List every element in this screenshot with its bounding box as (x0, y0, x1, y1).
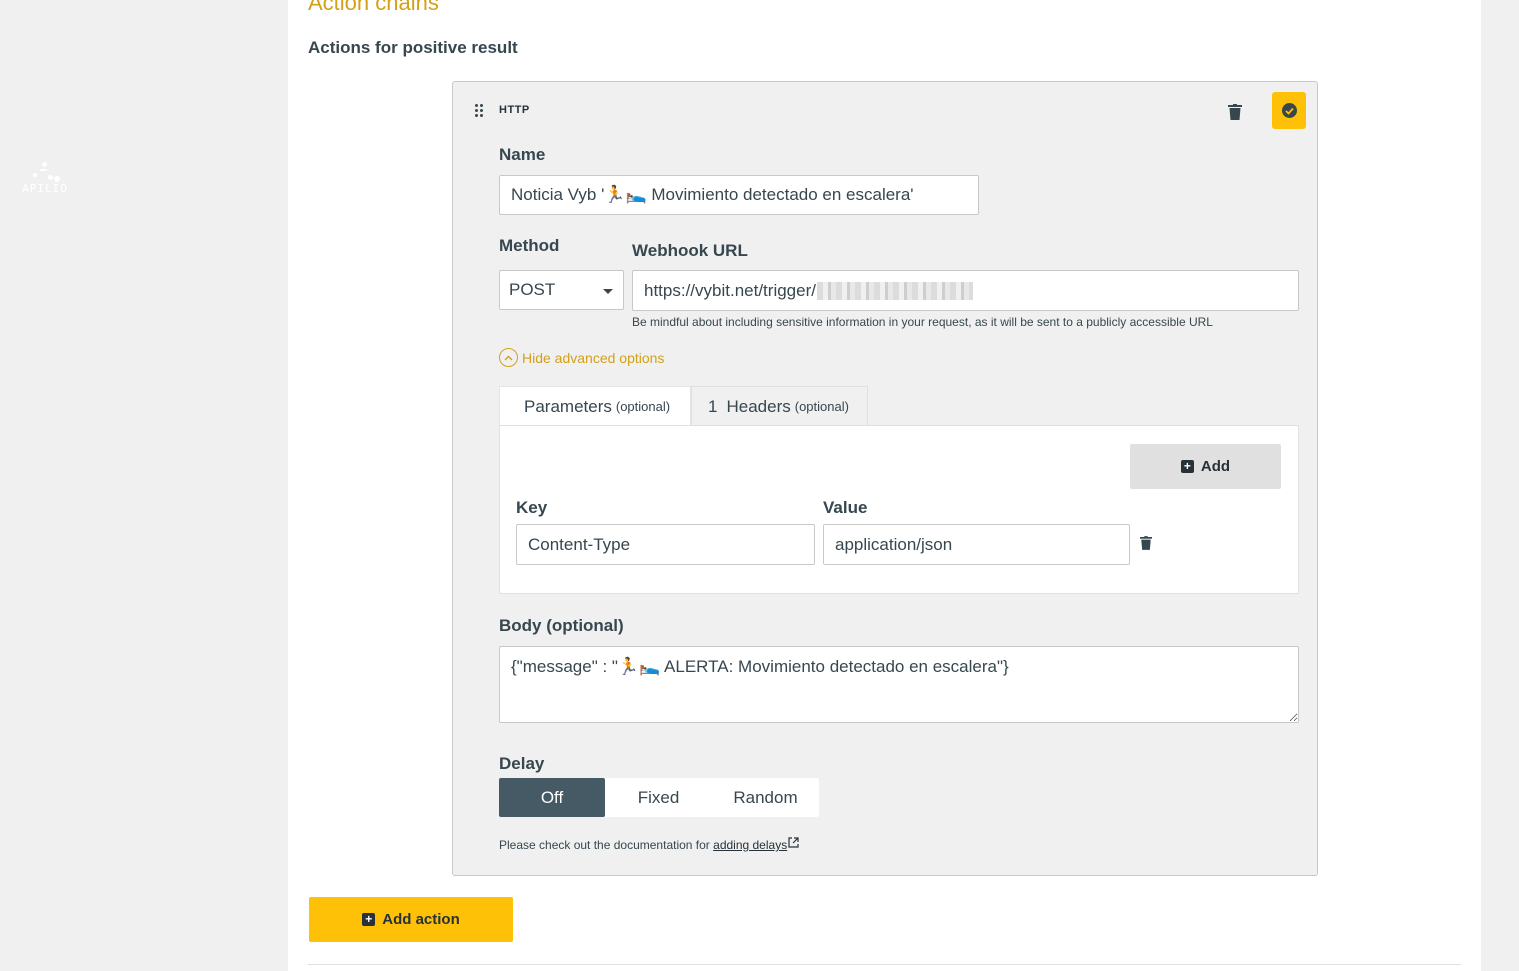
method-label: Method (499, 236, 560, 255)
tab-parameters-suffix: (optional) (615, 399, 671, 414)
add-header-label: Add (1200, 458, 1231, 475)
headers-panel: + Add Key Value Content-Type application… (499, 425, 1299, 594)
webhook-url-value: https://vybit.net/trigger/ (644, 280, 816, 300)
tab-headers-suffix: (optional) (794, 399, 849, 414)
plus-square-icon: + (1180, 460, 1194, 473)
add-action-button[interactable]: + Add action (309, 897, 513, 942)
method-value: POST (509, 280, 556, 299)
delete-action-button[interactable] (1228, 104, 1242, 120)
header-value-input[interactable]: application/json (823, 524, 1130, 565)
delay-label: Delay (499, 754, 545, 773)
hide-advanced-options-label: Hide advanced options (522, 349, 665, 366)
section-title: Action chains (308, 0, 439, 15)
hide-advanced-options-toggle[interactable]: Hide advanced options (499, 348, 664, 367)
check-circle-icon (1281, 103, 1297, 118)
drag-handle-icon[interactable] (475, 104, 485, 118)
chevron-up-icon (499, 348, 518, 367)
add-header-button[interactable]: + Add (1130, 444, 1281, 489)
action-type-label: HTTP (499, 104, 530, 116)
key-label: Key (516, 498, 548, 517)
tab-parameters[interactable]: Parameters (optional) (499, 386, 691, 426)
divider (308, 964, 1461, 965)
adding-delays-link-label: adding delays (713, 838, 788, 852)
body-textarea[interactable]: {"message" : "🏃🛌 ALERTA: Movimiento dete… (499, 646, 1299, 723)
name-input[interactable]: Noticia Vyb '🏃🛌 Movimiento detectado en … (499, 175, 979, 215)
header-key-input[interactable]: Content-Type (516, 524, 815, 565)
delay-option-fixed[interactable]: Fixed (605, 778, 712, 817)
tab-headers-count: 1 (708, 396, 718, 416)
delay-segmented-control: Off Fixed Random (499, 778, 819, 817)
confirm-action-button[interactable] (1272, 92, 1306, 129)
name-label: Name (499, 145, 546, 164)
section-subtitle: Actions for positive result (308, 38, 518, 57)
main-content: Action chains Actions for positive resul… (288, 0, 1481, 971)
external-link-icon (788, 837, 799, 848)
tab-parameters-label: Parameters (524, 396, 612, 416)
trash-icon (1140, 536, 1152, 550)
redacted-token (816, 281, 973, 300)
apilio-logo[interactable]: APILIO (18, 160, 72, 195)
webhook-url-label: Webhook URL (632, 241, 748, 260)
plus-square-icon: + (362, 913, 376, 926)
action-card: HTTP Name Noticia Vyb '🏃🛌 Movimiento det… (452, 81, 1318, 876)
body-label: Body (optional) (499, 616, 624, 635)
caret-down-icon (603, 289, 613, 294)
add-action-label: Add action (382, 911, 460, 928)
delay-doc-text: Please check out the documentation for (499, 838, 710, 852)
delay-doc-note: Please check out the documentation for a… (499, 837, 799, 852)
method-select[interactable]: POST (499, 270, 624, 310)
tab-headers-label: Headers (726, 396, 791, 416)
delay-option-off[interactable]: Off (499, 778, 605, 817)
value-label: Value (823, 498, 868, 517)
url-hint: Be mindful about including sensitive inf… (632, 315, 1213, 329)
trash-icon (1228, 104, 1242, 120)
adding-delays-link[interactable]: adding delays (713, 837, 799, 852)
logo-text: APILIO (22, 182, 68, 195)
delay-option-random[interactable]: Random (712, 778, 819, 817)
delete-header-button[interactable] (1140, 536, 1152, 550)
tab-headers[interactable]: 1 Headers (optional) (691, 386, 868, 426)
logo-mark-icon (18, 160, 72, 182)
webhook-url-input[interactable]: https://vybit.net/trigger/ (632, 270, 1299, 311)
